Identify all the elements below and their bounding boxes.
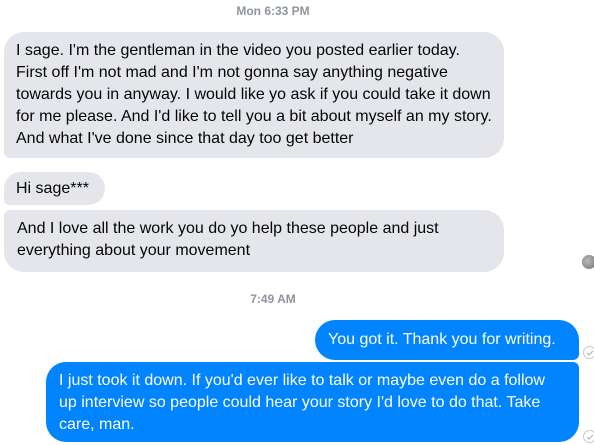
check-circle-icon (583, 346, 594, 359)
read-receipt-avatar-icon (582, 255, 594, 269)
timestamp-separator: Mon 6:33 PM (236, 4, 310, 18)
outgoing-message[interactable]: I just took it down. If you'd ever like … (46, 362, 579, 442)
incoming-message[interactable]: I sage. I'm the gentleman in the video y… (4, 32, 504, 158)
check-circle-icon (583, 430, 594, 443)
incoming-message[interactable]: Hi sage*** (4, 172, 105, 205)
incoming-message[interactable]: And I love all the work you do yo help t… (4, 210, 504, 272)
timestamp-separator: 7:49 AM (250, 292, 296, 306)
outgoing-message[interactable]: You got it. Thank you for writing. (315, 320, 579, 360)
